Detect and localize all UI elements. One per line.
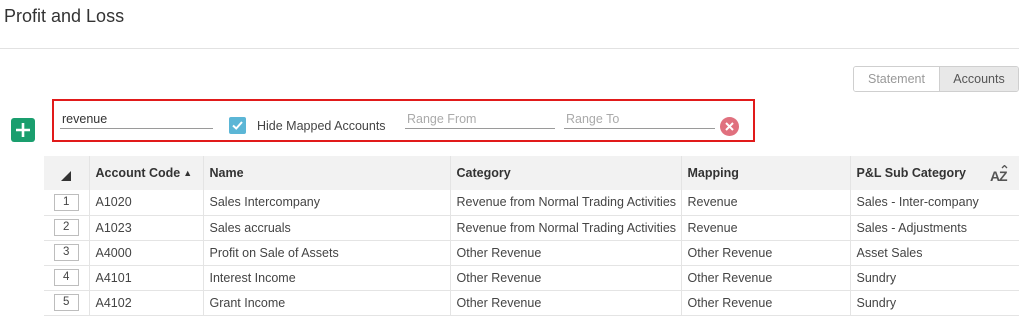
sub-category-cell[interactable]: Asset Sales [850,240,1019,266]
name-cell[interactable]: Interest Income [203,265,451,291]
name-cell[interactable]: Profit on Sale of Assets [203,240,451,266]
row-number: 2 [53,219,79,236]
table-row[interactable]: 1 A1020 Sales Intercompany Revenue from Nor… [44,190,1019,216]
clear-filter-button[interactable] [720,117,739,136]
statement-tab[interactable]: Statement [854,67,939,91]
name-cell[interactable]: Sales accruals [203,215,451,241]
mapping-cell[interactable]: Revenue [681,215,851,241]
row-number-cell[interactable]: 4 [44,265,90,291]
row-number-cell[interactable]: 5 [44,290,90,316]
accounts-table: Account Code ▲ Name Category Mapping P&L … [44,156,1019,316]
mapping-cell[interactable]: Other Revenue [681,265,851,291]
accounts-tab[interactable]: Accounts [939,67,1018,91]
account-code-header-label: Account Code [95,166,181,180]
name-cell[interactable]: Grant Income [203,290,451,316]
table-row[interactable]: 5 A4102 Grant Income Other Revenue Other Rev… [44,290,1019,316]
category-cell[interactable]: Other Revenue [450,240,682,266]
plus-icon [16,123,30,137]
check-icon [232,121,243,130]
column-header-sub-category[interactable]: P&L Sub Category A Z [850,156,1019,190]
filter-bar: Hide Mapped Accounts [52,99,755,142]
add-button[interactable] [11,118,35,142]
view-toggle: Statement Accounts [853,66,1019,92]
search-input[interactable] [60,109,213,129]
sub-category-header-label: P&L Sub Category [856,166,967,180]
range-from-input[interactable] [405,109,555,129]
category-cell[interactable]: Other Revenue [450,290,682,316]
table-row[interactable]: 3 A4000 Profit on Sale of Assets Other Reve… [44,240,1019,266]
category-cell[interactable]: Revenue from Normal Trading Activities [450,215,682,241]
page-title: Profit and Loss [4,6,125,26]
sort-az-icon[interactable]: A Z [989,165,1011,183]
column-header-name[interactable]: Name [203,156,451,190]
row-number-cell[interactable]: 1 [44,190,90,216]
account-code-cell[interactable]: A1023 [89,215,204,241]
account-code-cell[interactable]: A4102 [89,290,204,316]
range-to-input[interactable] [564,109,715,129]
mapping-cell[interactable]: Other Revenue [681,290,851,316]
sub-category-cell[interactable]: Sales - Inter-company [850,190,1019,216]
mapping-cell[interactable]: Other Revenue [681,240,851,266]
account-code-cell[interactable]: A4000 [89,240,204,266]
corner-triangle-icon [61,171,72,181]
table-row[interactable]: 2 A1023 Sales accruals Revenue from Normal … [44,215,1019,241]
hide-mapped-checkbox[interactable] [229,117,246,134]
hide-mapped-label: Hide Mapped Accounts [257,119,386,133]
row-number: 5 [53,294,79,311]
column-header-account-code[interactable]: Account Code ▲ [89,156,204,190]
row-number: 4 [53,269,79,286]
account-code-cell[interactable]: A1020 [89,190,204,216]
column-header-mapping[interactable]: Mapping [681,156,851,190]
select-all-corner[interactable] [44,156,90,190]
sub-category-cell[interactable]: Sales - Adjustments [850,215,1019,241]
row-number-cell[interactable]: 2 [44,215,90,241]
category-cell[interactable]: Other Revenue [450,265,682,291]
close-icon [725,122,734,131]
category-cell[interactable]: Revenue from Normal Trading Activities [450,190,682,216]
sort-ascending-icon: ▲ [183,168,193,178]
title-divider [0,48,1019,49]
table-row[interactable]: 4 A4101 Interest Income Other Revenue Other … [44,265,1019,291]
sub-category-cell[interactable]: Sundry [850,265,1019,291]
row-number: 3 [53,244,79,261]
svg-text:Z: Z [999,168,1008,183]
sub-category-cell[interactable]: Sundry [850,290,1019,316]
mapping-cell[interactable]: Revenue [681,190,851,216]
name-cell[interactable]: Sales Intercompany [203,190,451,216]
row-number-cell[interactable]: 3 [44,240,90,266]
table-header-row: Account Code ▲ Name Category Mapping P&L … [44,156,1019,190]
row-number: 1 [53,193,79,211]
column-header-category[interactable]: Category [450,156,682,190]
account-code-cell[interactable]: A4101 [89,265,204,291]
